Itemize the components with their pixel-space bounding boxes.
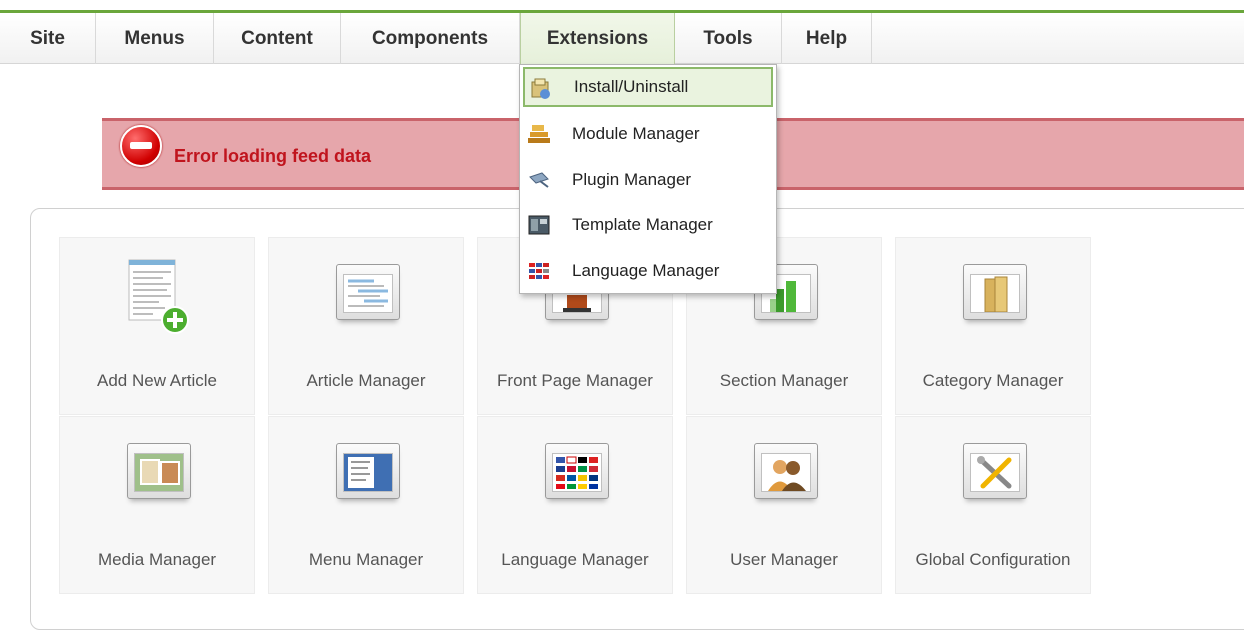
tile-label: Language Manager — [501, 550, 649, 569]
dropdown-item-language-manager[interactable]: Language Manager — [523, 251, 773, 291]
tile-add-new-article[interactable]: Add New Article — [59, 237, 255, 415]
tile-label: Article Manager — [306, 371, 426, 390]
dropdown-item-label: Install/Uninstall — [574, 77, 689, 96]
tile-label: Menu Manager — [308, 550, 424, 569]
tile-global-configuration[interactable]: Global Configuration — [895, 416, 1091, 594]
dropdown-item-label: Language Manager — [572, 261, 720, 280]
top-menu-bar: Site Menus Content Components Extensions… — [0, 10, 1244, 64]
tile-article-manager[interactable]: Article Manager — [268, 237, 464, 415]
media-icon — [123, 437, 193, 507]
error-message-text: Error loading feed data — [174, 146, 372, 166]
dropdown-item-label: Module Manager — [572, 124, 700, 143]
tile-label: Global Configuration — [915, 550, 1071, 569]
install-icon — [530, 78, 552, 100]
tile-category-manager[interactable]: Category Manager — [895, 237, 1091, 415]
tile-label: Front Page Manager — [497, 371, 653, 390]
category-icon — [959, 258, 1029, 328]
tile-menu-manager[interactable]: Menu Manager — [268, 416, 464, 594]
users-icon — [750, 437, 820, 507]
dropdown-item-label: Template Manager — [572, 215, 713, 234]
menu-tools[interactable]: Tools — [675, 13, 782, 64]
plugin-icon — [528, 169, 550, 191]
add-article-icon — [123, 258, 193, 334]
tools-icon — [959, 437, 1029, 507]
dropdown-item-template-manager[interactable]: Template Manager — [523, 205, 773, 245]
tile-label: Category Manager — [922, 371, 1064, 390]
tile-language-manager[interactable]: Language Manager — [477, 416, 673, 594]
dropdown-item-module-manager[interactable]: Module Manager — [523, 114, 773, 154]
dropdown-item-install-uninstall[interactable]: Install/Uninstall — [523, 67, 773, 107]
tile-label: Media Manager — [97, 550, 217, 569]
extensions-dropdown: Install/Uninstall Module Manager Plugin … — [519, 64, 777, 294]
article-manager-icon — [332, 258, 402, 328]
tile-user-manager[interactable]: User Manager — [686, 416, 882, 594]
menu-menus[interactable]: Menus — [96, 13, 214, 64]
tile-label: User Manager — [730, 550, 838, 569]
menu-components[interactable]: Components — [341, 13, 520, 64]
menu-manager-icon — [332, 437, 402, 507]
language-flags-icon — [541, 437, 611, 507]
menu-extensions[interactable]: Extensions — [520, 13, 675, 64]
module-icon — [528, 123, 550, 145]
language-icon — [528, 260, 550, 282]
dropdown-item-plugin-manager[interactable]: Plugin Manager — [523, 160, 773, 200]
dropdown-item-label: Plugin Manager — [572, 170, 692, 189]
menu-help[interactable]: Help — [782, 13, 872, 64]
tile-label: Add New Article — [97, 371, 217, 390]
menu-content[interactable]: Content — [214, 13, 341, 64]
template-icon — [528, 214, 550, 236]
menu-site[interactable]: Site — [0, 13, 96, 64]
tile-media-manager[interactable]: Media Manager — [59, 416, 255, 594]
error-icon — [120, 125, 162, 167]
tile-label: Section Manager — [719, 371, 849, 390]
